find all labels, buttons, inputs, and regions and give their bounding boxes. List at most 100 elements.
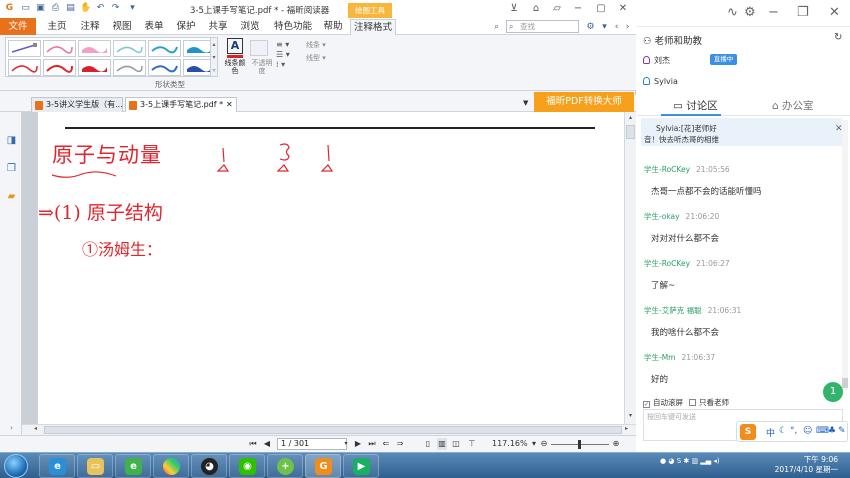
new-doc-icon[interactable]: ▤ [65,3,76,14]
ime-emoji-icon[interactable]: ☺ [803,426,812,436]
menu-protect[interactable]: 保护 [173,19,199,34]
taskbar-plus-app[interactable]: + [267,454,303,478]
menu-view[interactable]: 视图 [109,19,135,34]
taskbar-qq[interactable]: ◕ [191,454,227,478]
shape-style-7[interactable] [8,59,41,76]
line-width-icon[interactable]: ≡ ▾ ☰ ▾ ⁞ ▾ [276,40,290,70]
tray-qq-icon[interactable]: ◕ [668,457,674,465]
ime-language-toggle[interactable]: 中 [766,426,775,439]
ime-skin-icon[interactable]: ♣ [828,426,836,436]
tray-wechat-icon[interactable]: ● [660,457,666,465]
line-style-dropdown[interactable]: 线条 ▾ [306,40,326,50]
tab-list-dropdown-icon[interactable]: ▼ [523,99,528,107]
tray-volume-icon[interactable]: ◂) [713,457,719,465]
first-page-icon[interactable]: ⏮ [248,438,258,450]
shape-style-3[interactable] [78,40,111,57]
taskbar-picture-viewer[interactable] [153,454,189,478]
customize-toolbar-icon[interactable]: ▾ [127,3,138,14]
nav-forward-icon[interactable]: › [622,22,633,33]
fill-icon[interactable] [250,40,268,56]
teacher-liujie[interactable]: 刘杰 [643,55,670,66]
split-view-icon[interactable]: ⊤ [467,438,477,450]
ime-moon-icon[interactable]: ☾ [779,426,787,436]
tray-network-icon[interactable]: ▥ [691,457,698,465]
history-back-icon[interactable]: ⇐ [381,438,391,450]
chat-restore-button[interactable]: ❐ [797,5,809,20]
bookmark-icon[interactable]: ◨ [6,135,17,147]
line-shape-dropdown[interactable]: 线型 ▾ [306,53,326,63]
zoom-dropdown-icon[interactable]: ▾ [529,438,539,450]
find-icon[interactable]: ⌕ [491,22,502,33]
refresh-icon[interactable]: ↻ [834,32,842,43]
horizontal-scrollbar[interactable]: ◂ ▸ [22,424,636,435]
hand-tool-icon[interactable]: ✋ [80,3,91,14]
tray-ime-icon[interactable]: S [677,457,681,465]
menu-features[interactable]: 特色功能 [269,19,317,34]
system-tray[interactable]: ● ◕ S ✱ ▥ ▂▄ ◂) [660,457,720,465]
chat-scroll-thumb[interactable] [842,378,848,388]
tab-office[interactable]: ⌂ 办公室 [772,98,814,113]
open-file-icon[interactable]: ▭ [20,3,31,14]
chevron-down-icon[interactable]: ▾ [599,22,610,33]
taskbar-clock[interactable]: 下午 9:06 2017/4/10 星期一 [768,455,838,475]
zoom-out-icon[interactable]: ⊖ [539,438,549,450]
menu-browse[interactable]: 浏览 [237,19,263,34]
line-color-button[interactable]: A 线条颜色 [224,38,246,78]
auto-scroll-checkbox[interactable]: ✓ 自动滚屏 [643,397,683,408]
close-tab-icon[interactable]: ✕ [226,98,233,112]
signal-icon[interactable]: ∿ [727,5,738,20]
search-input[interactable]: ⌕ 查找 [506,20,579,33]
shape-style-4[interactable] [113,40,146,57]
pages-icon[interactable]: ❐ [6,163,17,175]
vertical-scrollbar[interactable]: ▴ ▾ [624,112,636,424]
taskbar-ie[interactable]: e [39,454,75,478]
save-icon[interactable]: ▣ [35,3,46,14]
ime-logo-icon[interactable]: S [740,424,756,440]
menu-form[interactable]: 表单 [141,19,167,34]
undo-icon[interactable]: ↶ [95,3,106,14]
chat-scrollbar[interactable] [842,120,848,390]
prev-page-icon[interactable]: ◀ [262,438,272,450]
doc-tab-notes[interactable]: 3-5上课手写笔记.pdf * ✕ [125,97,237,112]
comments-icon[interactable]: ▰ [6,191,17,203]
cart-icon[interactable]: ⊻ [505,2,523,16]
skin-icon[interactable]: ⌂ [527,2,545,16]
next-page-icon[interactable]: ▶ [353,438,363,450]
taskbar-classroom[interactable]: ▶ [343,454,379,478]
unread-badge[interactable]: 1 [823,382,843,402]
zoom-slider-thumb[interactable] [578,440,581,449]
ime-punct-icon[interactable]: °, [790,426,797,436]
doc-tab-handout[interactable]: 3-5讲义学生版（有... [31,97,123,112]
settings-gear-icon[interactable]: ⚙ [585,22,596,33]
collapse-panel-icon[interactable]: › [6,422,17,434]
page-dropdown-icon[interactable]: ▾ [341,438,351,450]
last-page-icon[interactable]: ⏭ [367,438,377,450]
menu-annotation-format[interactable]: 注释格式 [350,19,396,35]
promo-banner[interactable]: 福昕PDF转换大师 [534,92,634,112]
scroll-down-icon[interactable]: ▾ [626,412,635,420]
page-number-input[interactable]: 1 / 301 [277,438,347,450]
history-forward-icon[interactable]: ⇒ [395,438,405,450]
facing-view-icon[interactable]: ◫ [451,438,461,450]
shape-style-11[interactable] [148,59,181,76]
taskbar-wechat[interactable]: ◉ [229,454,265,478]
horizontal-scroll-thumb[interactable] [44,426,622,434]
start-button[interactable] [4,454,28,478]
redo-icon[interactable]: ↷ [110,3,121,14]
taskbar-explorer[interactable]: ▭ [77,454,113,478]
taskbar-360-browser[interactable]: e [115,454,151,478]
document-viewport[interactable]: 原子与动量 ⇒(1) 原子结构 ①汤姆生： [22,112,624,424]
shape-style-2[interactable] [43,40,76,57]
close-button[interactable]: ✕ [614,2,632,16]
taskbar-foxit-reader[interactable]: G [305,454,341,478]
menu-help[interactable]: 帮助 [320,19,346,34]
settings-icon[interactable]: ⚙ [744,5,756,20]
gallery-scroll[interactable]: ▴ ▾ ▿ [210,37,218,77]
shape-style-8[interactable] [43,59,76,76]
vertical-scroll-thumb[interactable] [626,125,635,139]
chat-close-button[interactable]: ✕ [829,5,840,20]
tab-discussion[interactable]: ▭ 讨论区 [673,98,718,113]
scroll-up-icon[interactable]: ▴ [626,114,635,122]
menu-home[interactable]: 主页 [43,19,71,34]
shape-style-5[interactable] [148,40,181,57]
